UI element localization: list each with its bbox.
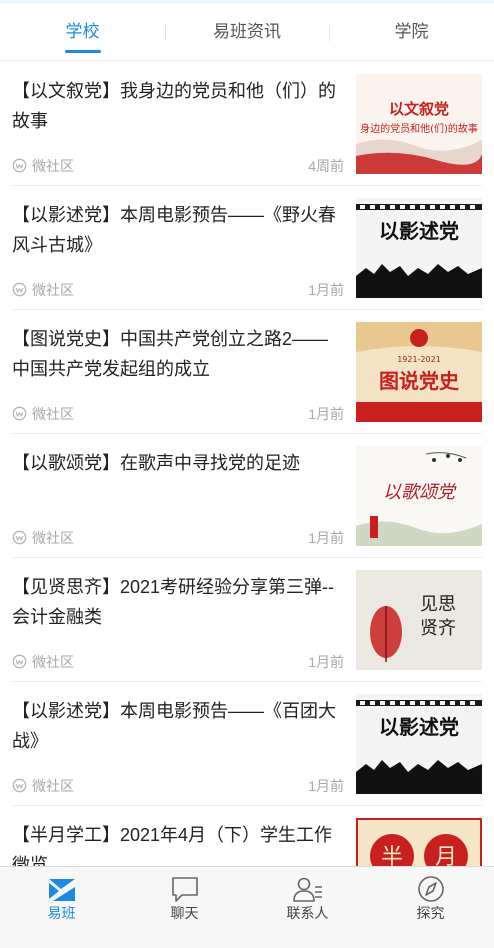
news-title: 【以影述党】本周电影预告——《野火春风斗古城》 — [12, 205, 336, 255]
tab-yiban-news-label: 易班资讯 — [213, 22, 281, 41]
svg-text:1921-2021: 1921-2021 — [397, 355, 441, 364]
yiban-logo-icon — [49, 879, 75, 901]
nav-yiban-label: 易班 — [47, 905, 76, 921]
news-title: 【半月学工】2021年4月（下）学生工作微览 — [12, 825, 333, 866]
svg-text:以歌颂党: 以歌颂党 — [383, 482, 457, 503]
svg-text:图说党史: 图说党史 — [379, 369, 460, 393]
nav-chat[interactable]: 聊天 — [123, 867, 246, 948]
svg-text:以影述党: 以影述党 — [379, 219, 459, 243]
top-tab-bar: 学校 易班资讯 学院 — [0, 3, 494, 61]
news-title: 【以文叙党】我身边的党员和他（们）的故事 — [12, 81, 336, 131]
svg-text:见思: 见思 — [420, 594, 456, 615]
news-meta: 微社区 4周前 — [12, 157, 344, 175]
community-icon — [12, 530, 27, 545]
news-time: 1月前 — [308, 530, 344, 546]
nav-explore[interactable]: 探究 — [369, 867, 494, 948]
nav-explore-label: 探究 — [416, 905, 445, 921]
news-item[interactable]: 【以影述党】本周电影预告——《野火春风斗古城》 微社区 1月前 以影述党 — [0, 186, 494, 310]
chat-bubble-icon — [172, 877, 198, 902]
news-time: 1月前 — [308, 778, 344, 794]
nav-chat-label: 聊天 — [170, 905, 199, 921]
community-icon — [12, 282, 27, 297]
news-title: 【以歌颂党】在歌声中寻找党的足迹 — [12, 453, 300, 473]
news-title: 【图说党史】中国共产党创立之路2——中国共产党发起组的成立 — [12, 329, 329, 379]
news-time: 1月前 — [308, 282, 344, 298]
tab-school-label: 学校 — [65, 22, 100, 41]
news-meta: 微社区 1月前 — [12, 529, 344, 547]
news-item[interactable]: 【图说党史】中国共产党创立之路2——中国共产党发起组的成立 微社区 1月前 19… — [0, 310, 494, 434]
nav-contacts-label: 联系人 — [286, 905, 329, 921]
nav-yiban[interactable]: 易班 — [0, 867, 123, 948]
news-item[interactable]: 【半月学工】2021年4月（下）学生工作微览 半 月 — [0, 806, 494, 866]
svg-text:贤齐: 贤齐 — [420, 618, 456, 639]
news-thumbnail: 以文叙党 身边的党员和他(们)的故事 — [356, 74, 482, 174]
news-meta: 微社区 1月前 — [12, 405, 344, 423]
news-source: 微社区 — [32, 778, 74, 794]
nav-contacts[interactable]: 联系人 — [246, 867, 369, 948]
svg-text:以影述党: 以影述党 — [379, 715, 459, 739]
news-source: 微社区 — [32, 158, 74, 174]
news-item[interactable]: 【以文叙党】我身边的党员和他（们）的故事 微社区 4周前 以文叙党 身边的党员和… — [0, 62, 494, 186]
news-item[interactable]: 【以歌颂党】在歌声中寻找党的足迹 微社区 1月前 以歌颂党 — [0, 434, 494, 558]
active-tab-indicator — [64, 50, 101, 53]
community-icon — [12, 158, 27, 173]
news-time: 1月前 — [308, 406, 344, 422]
news-thumbnail: 半 月 — [356, 818, 482, 866]
news-meta: 微社区 1月前 — [12, 777, 344, 795]
news-title: 【以影述党】本周电影预告——《百团大战》 — [12, 701, 336, 751]
contacts-icon — [293, 877, 322, 902]
news-time: 1月前 — [308, 654, 344, 670]
community-icon — [12, 778, 27, 793]
compass-icon — [418, 876, 444, 902]
news-source: 微社区 — [32, 654, 74, 670]
news-source: 微社区 — [32, 530, 74, 546]
news-source: 微社区 — [32, 406, 74, 422]
svg-text:月: 月 — [435, 845, 457, 866]
news-thumbnail: 见思 贤齐 — [356, 570, 482, 670]
news-time: 4周前 — [308, 158, 344, 174]
bottom-nav-bar: 易班 聊天 联系人 探究 — [0, 866, 494, 948]
news-thumbnail: 1921-2021 图说党史 — [356, 322, 482, 422]
news-thumbnail: 以影述党 — [356, 694, 482, 794]
svg-text:以文叙党: 以文叙党 — [389, 100, 449, 118]
news-source: 微社区 — [32, 282, 74, 298]
community-icon — [12, 406, 27, 421]
svg-text:半: 半 — [381, 845, 403, 866]
tab-college[interactable]: 学院 — [329, 3, 494, 61]
news-title: 【见贤思齐】2021考研经验分享第三弹--会计金融类 — [12, 577, 335, 627]
tab-school[interactable]: 学校 — [0, 3, 165, 61]
news-meta: 微社区 1月前 — [12, 281, 344, 299]
news-feed[interactable]: 【以文叙党】我身边的党员和他（们）的故事 微社区 4周前 以文叙党 身边的党员和… — [0, 62, 494, 866]
news-thumbnail: 以歌颂党 — [356, 446, 482, 546]
news-meta: 微社区 1月前 — [12, 653, 344, 671]
svg-text:身边的党员和他(们)的故事: 身边的党员和他(们)的故事 — [360, 122, 478, 135]
news-thumbnail: 以影述党 — [356, 198, 482, 298]
news-item[interactable]: 【以影述党】本周电影预告——《百团大战》 微社区 1月前 以影述党 — [0, 682, 494, 806]
community-icon — [12, 654, 27, 669]
tab-yiban-news[interactable]: 易班资讯 — [165, 3, 329, 61]
news-item[interactable]: 【见贤思齐】2021考研经验分享第三弹--会计金融类 微社区 1月前 见思 贤齐 — [0, 558, 494, 682]
tab-college-label: 学院 — [394, 22, 429, 41]
